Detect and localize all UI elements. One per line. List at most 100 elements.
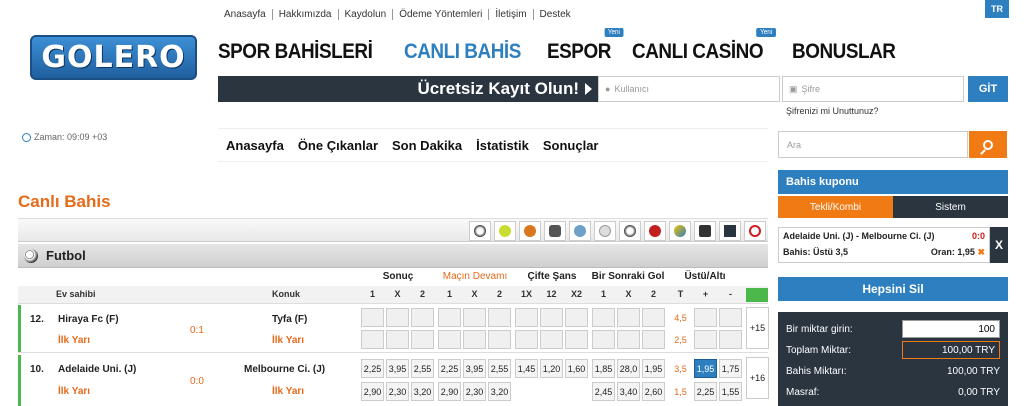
- no-entry-filter-icon[interactable]: [744, 221, 766, 241]
- sport-header-futbol[interactable]: Futbol: [18, 244, 768, 268]
- odds-cell[interactable]: [438, 308, 461, 327]
- odds-cell[interactable]: [617, 330, 640, 349]
- odds-cell[interactable]: 2,25: [694, 382, 717, 401]
- odds-cell[interactable]: [719, 330, 742, 349]
- odds-cell[interactable]: [488, 330, 511, 349]
- volleyball-filter-icon[interactable]: [669, 221, 691, 241]
- tennis-filter-icon[interactable]: [494, 221, 516, 241]
- odds-cell[interactable]: 1,75: [719, 359, 742, 378]
- odds-cell[interactable]: 2,90: [438, 382, 461, 401]
- odds-cell[interactable]: [694, 308, 717, 327]
- close-slip-button[interactable]: X: [990, 227, 1008, 263]
- odds-cell[interactable]: 3,20: [411, 382, 434, 401]
- odds-cell[interactable]: 2,60: [642, 382, 665, 401]
- odds-cell[interactable]: 3,40: [617, 382, 640, 401]
- subnav-son-dakika[interactable]: Son Dakika: [392, 138, 462, 153]
- subnav-anasayfa[interactable]: Anasayfa: [226, 138, 284, 153]
- subnav-sonuclar[interactable]: Sonuçlar: [543, 138, 599, 153]
- password-field[interactable]: ▣ Şifre: [782, 76, 964, 102]
- odds-cell[interactable]: 2,45: [592, 382, 615, 401]
- top-link-register[interactable]: Kaydolun: [337, 9, 393, 20]
- odds-cell[interactable]: [463, 330, 486, 349]
- odds-cell[interactable]: [361, 308, 384, 327]
- remove-selection-icon[interactable]: ✖: [977, 247, 985, 257]
- top-link-payment[interactable]: Ödeme Yöntemleri: [392, 9, 488, 20]
- odds-cell[interactable]: [386, 308, 409, 327]
- more-markets-button[interactable]: +16: [746, 357, 769, 399]
- language-button[interactable]: TR: [985, 0, 1009, 18]
- odds-cell[interactable]: [540, 330, 563, 349]
- odds-cell[interactable]: [438, 330, 461, 349]
- league-filter-icon[interactable]: [719, 221, 741, 241]
- football-filter-icon[interactable]: [469, 221, 491, 241]
- odds-cell[interactable]: 1,55: [719, 382, 742, 401]
- cricket-filter-icon[interactable]: [644, 221, 666, 241]
- odds-cell[interactable]: [719, 308, 742, 327]
- basketball-filter-icon[interactable]: [519, 221, 541, 241]
- subnav-istatistik[interactable]: İstatistik: [476, 138, 529, 153]
- top-link-support[interactable]: Destek: [532, 9, 577, 20]
- odds-cell[interactable]: 2,90: [361, 382, 384, 401]
- odds-cell[interactable]: 1,60: [565, 359, 588, 378]
- golf-filter-icon[interactable]: [594, 221, 616, 241]
- odds-cell[interactable]: 3,95: [386, 359, 409, 378]
- odds-cell[interactable]: 2,55: [488, 359, 511, 378]
- home-team[interactable]: Adelaide Uni. (J): [58, 364, 136, 375]
- away-team[interactable]: Tyfa (F): [272, 314, 307, 325]
- search-button[interactable]: [969, 131, 1007, 158]
- top-link-about[interactable]: Hakkımızda: [271, 9, 338, 20]
- login-button[interactable]: GİT: [968, 76, 1008, 102]
- odds-cell[interactable]: 1,45: [515, 359, 538, 378]
- futsal-filter-icon[interactable]: [619, 221, 641, 241]
- odds-cell[interactable]: [386, 330, 409, 349]
- top-link-contact[interactable]: İletişim: [488, 9, 532, 20]
- curling-filter-icon[interactable]: [569, 221, 591, 241]
- top-link-home[interactable]: Anasayfa: [224, 9, 272, 20]
- odds-cell[interactable]: 2,30: [463, 382, 486, 401]
- search-input[interactable]: Ara: [778, 131, 968, 158]
- odds-cell[interactable]: 2,25: [438, 359, 461, 378]
- odds-cell[interactable]: [411, 308, 434, 327]
- nav-spor-bahisleri[interactable]: SPOR BAHİSLERİ: [218, 40, 373, 64]
- odds-cell[interactable]: [565, 308, 588, 327]
- nav-canli-casino[interactable]: CANLI CASİNO Yeni: [632, 28, 777, 64]
- odds-cell[interactable]: 3,95: [463, 359, 486, 378]
- golero-logo[interactable]: GOLERO: [30, 35, 197, 80]
- odds-cell[interactable]: 1,20: [540, 359, 563, 378]
- odds-cell[interactable]: [694, 330, 717, 349]
- odds-cell[interactable]: [411, 330, 434, 349]
- odds-cell[interactable]: 3,20: [488, 382, 511, 401]
- odds-cell[interactable]: [463, 308, 486, 327]
- odds-cell[interactable]: [592, 330, 615, 349]
- odds-cell[interactable]: 1,95: [642, 359, 665, 378]
- odds-cell[interactable]: [488, 308, 511, 327]
- odds-cell[interactable]: [642, 308, 665, 327]
- odds-cell[interactable]: [565, 330, 588, 349]
- athletics-filter-icon[interactable]: [694, 221, 716, 241]
- tab-sistem[interactable]: Sistem: [893, 196, 1008, 218]
- hockey-filter-icon[interactable]: [544, 221, 566, 241]
- nav-bonuslar[interactable]: BONUSLAR: [792, 40, 896, 64]
- odds-cell[interactable]: [617, 308, 640, 327]
- odds-cell[interactable]: 1,95: [694, 359, 717, 378]
- odds-cell[interactable]: 1,85: [592, 359, 615, 378]
- odds-cell[interactable]: [592, 308, 615, 327]
- odds-cell[interactable]: 28,0: [617, 359, 640, 378]
- tab-tekli-kombi[interactable]: Tekli/Kombi: [778, 196, 893, 218]
- odds-cell[interactable]: 2,55: [411, 359, 434, 378]
- odds-cell[interactable]: [540, 308, 563, 327]
- odds-cell[interactable]: [642, 330, 665, 349]
- odds-cell[interactable]: 2,30: [386, 382, 409, 401]
- odds-cell[interactable]: [361, 330, 384, 349]
- register-button[interactable]: Ücretsiz Kayıt Olun!: [218, 76, 598, 102]
- username-field[interactable]: ● Kullanıcı: [598, 76, 780, 102]
- away-team[interactable]: Melbourne Ci. (J): [244, 364, 325, 375]
- amount-input[interactable]: 100: [902, 320, 1000, 338]
- more-markets-button[interactable]: +15: [746, 307, 769, 349]
- clear-all-button[interactable]: Hepsini Sil: [778, 277, 1008, 301]
- subnav-one-cikanlar[interactable]: Öne Çıkanlar: [298, 138, 378, 153]
- live-toggle-icon[interactable]: [746, 288, 768, 302]
- home-team[interactable]: Hiraya Fc (F): [58, 314, 119, 325]
- nav-canli-bahis[interactable]: CANLI BAHİS: [404, 40, 521, 64]
- odds-cell[interactable]: 2,25: [361, 359, 384, 378]
